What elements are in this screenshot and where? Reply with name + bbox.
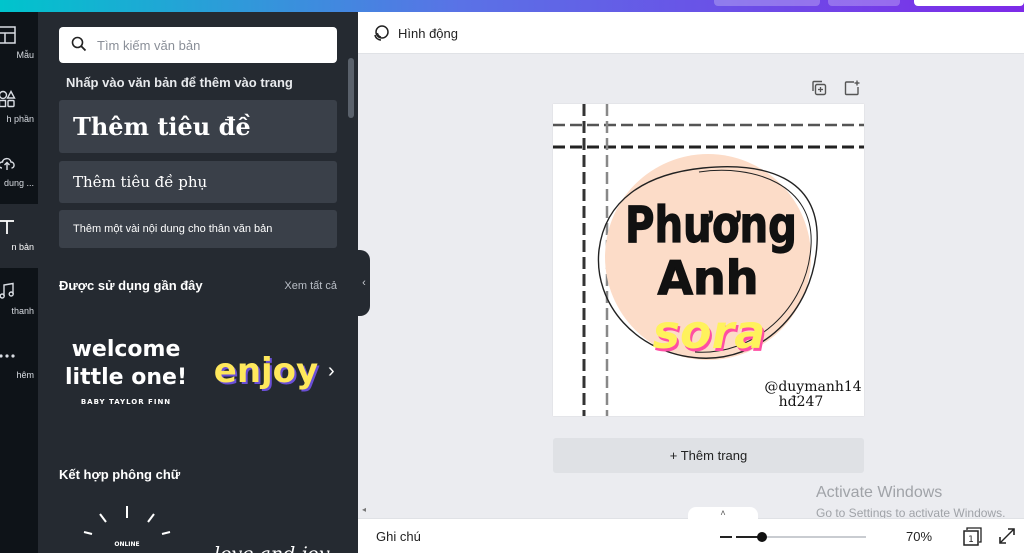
template-text-line: BABY TAYLOR FINN: [81, 398, 171, 406]
chevron-up-icon: ˄: [720, 508, 726, 518]
zoom-level[interactable]: 70%: [906, 529, 932, 544]
rail-item-text[interactable]: n bản: [0, 204, 38, 268]
rail-label: Mẫu: [16, 50, 34, 60]
chevron-left-icon: ‹: [362, 277, 366, 289]
template-text: enjoy: [214, 351, 318, 391]
rail-item-audio[interactable]: thanh: [0, 268, 38, 332]
page-count: 1: [968, 535, 974, 545]
fullscreen-button[interactable]: [998, 527, 1016, 550]
template-text-line: welcome: [72, 337, 181, 362]
bottom-bar: ˄ ◂ Ghi chú 70% 1: [358, 505, 1024, 553]
zoom-slider[interactable]: [736, 532, 866, 542]
header-button[interactable]: [714, 0, 820, 6]
page-count-button[interactable]: 1: [962, 527, 984, 552]
template-text-line: little one!: [65, 365, 187, 390]
rail-label: hêm: [16, 370, 34, 380]
recent-template-welcome[interactable]: welcome little one! BABY TAYLOR FINN: [62, 334, 192, 414]
search-box[interactable]: [59, 27, 337, 63]
pages-icon: 1: [963, 527, 982, 546]
design-page[interactable]: Phương Anh sora sora @duymanh14 hđ247: [553, 104, 864, 416]
elements-icon: [0, 90, 16, 108]
collapse-panel-button[interactable]: ‹: [358, 250, 370, 316]
template-text: ONLINE: [114, 541, 139, 548]
rail-item-elements[interactable]: h phần: [0, 76, 38, 140]
template-text: love and joy: [214, 543, 330, 553]
add-page-icon[interactable]: [844, 80, 860, 96]
font-combo-section-title: Kết hợp phông chữ: [59, 467, 181, 482]
zoom-out-icon[interactable]: [720, 536, 732, 538]
design-name-line2[interactable]: Anh: [657, 250, 759, 305]
design-handle-2[interactable]: hđ247: [779, 394, 824, 410]
top-header-bar: [0, 0, 1024, 12]
add-body-text-button[interactable]: Thêm một vài nội dung cho thân văn bản: [59, 210, 337, 248]
upload-icon: [0, 157, 15, 170]
design-name-line3[interactable]: sora: [653, 305, 766, 359]
watermark-title: Activate Windows: [816, 484, 943, 501]
add-heading-button[interactable]: Thêm tiêu đề: [59, 100, 337, 153]
duplicate-page-icon[interactable]: [811, 80, 827, 96]
recent-template-enjoy[interactable]: enjoy enjoy: [212, 348, 324, 398]
notes-button[interactable]: Ghi chú: [376, 529, 421, 544]
search-icon: [71, 36, 87, 52]
text-icon: [0, 220, 14, 234]
editor-toolbar: Hình động: [358, 12, 1024, 54]
rail-item-more[interactable]: hêm: [0, 332, 38, 396]
chevron-right-icon[interactable]: ›: [328, 360, 335, 383]
rail-label: dung ...: [3, 178, 34, 188]
layout-icon: [0, 26, 16, 44]
left-nav-rail: Mẫu h phần dung ... n bản thanh hêm: [0, 12, 38, 553]
zoom-slider-handle[interactable]: [757, 532, 767, 542]
rail-label: thanh: [11, 306, 34, 316]
rail-label: h phần: [6, 114, 34, 124]
design-name-line1[interactable]: Phương: [624, 195, 797, 254]
font-combo-template-online[interactable]: ONLINE: [78, 504, 198, 553]
rail-item-uploads[interactable]: dung ...: [0, 140, 38, 204]
add-page-button[interactable]: + Thêm trang: [553, 438, 864, 473]
music-icon: [0, 282, 14, 299]
more-icon: [0, 354, 15, 358]
rail-label: n bản: [11, 242, 34, 252]
windows-watermark: Activate Windows Go to Settings to activ…: [816, 484, 1005, 520]
rail-item-templates[interactable]: Mẫu: [0, 12, 38, 76]
recent-section-title: Được sử dụng gần đây: [59, 278, 203, 293]
header-button[interactable]: [828, 0, 900, 6]
panel-hint: Nhấp vào văn bản để thêm vào trang: [66, 75, 293, 90]
animate-button[interactable]: Hình động: [372, 24, 458, 42]
search-input[interactable]: [97, 27, 327, 63]
scroll-left-icon[interactable]: ◂: [362, 505, 366, 514]
fullscreen-icon: [999, 528, 1015, 544]
font-combo-template-love[interactable]: love and joy: [214, 532, 334, 553]
design-handle[interactable]: @duymanh14: [764, 379, 861, 395]
share-button[interactable]: [914, 0, 1024, 6]
text-panel: Nhấp vào văn bản để thêm vào trang Thêm …: [38, 12, 358, 553]
panel-scrollbar[interactable]: [348, 58, 354, 118]
show-pages-tab[interactable]: ˄: [688, 507, 758, 521]
animation-icon: [374, 25, 389, 41]
animate-label: Hình động: [398, 25, 458, 41]
see-all-link[interactable]: Xem tất cả: [284, 280, 337, 292]
add-subheading-button[interactable]: Thêm tiêu đề phụ: [59, 161, 337, 203]
